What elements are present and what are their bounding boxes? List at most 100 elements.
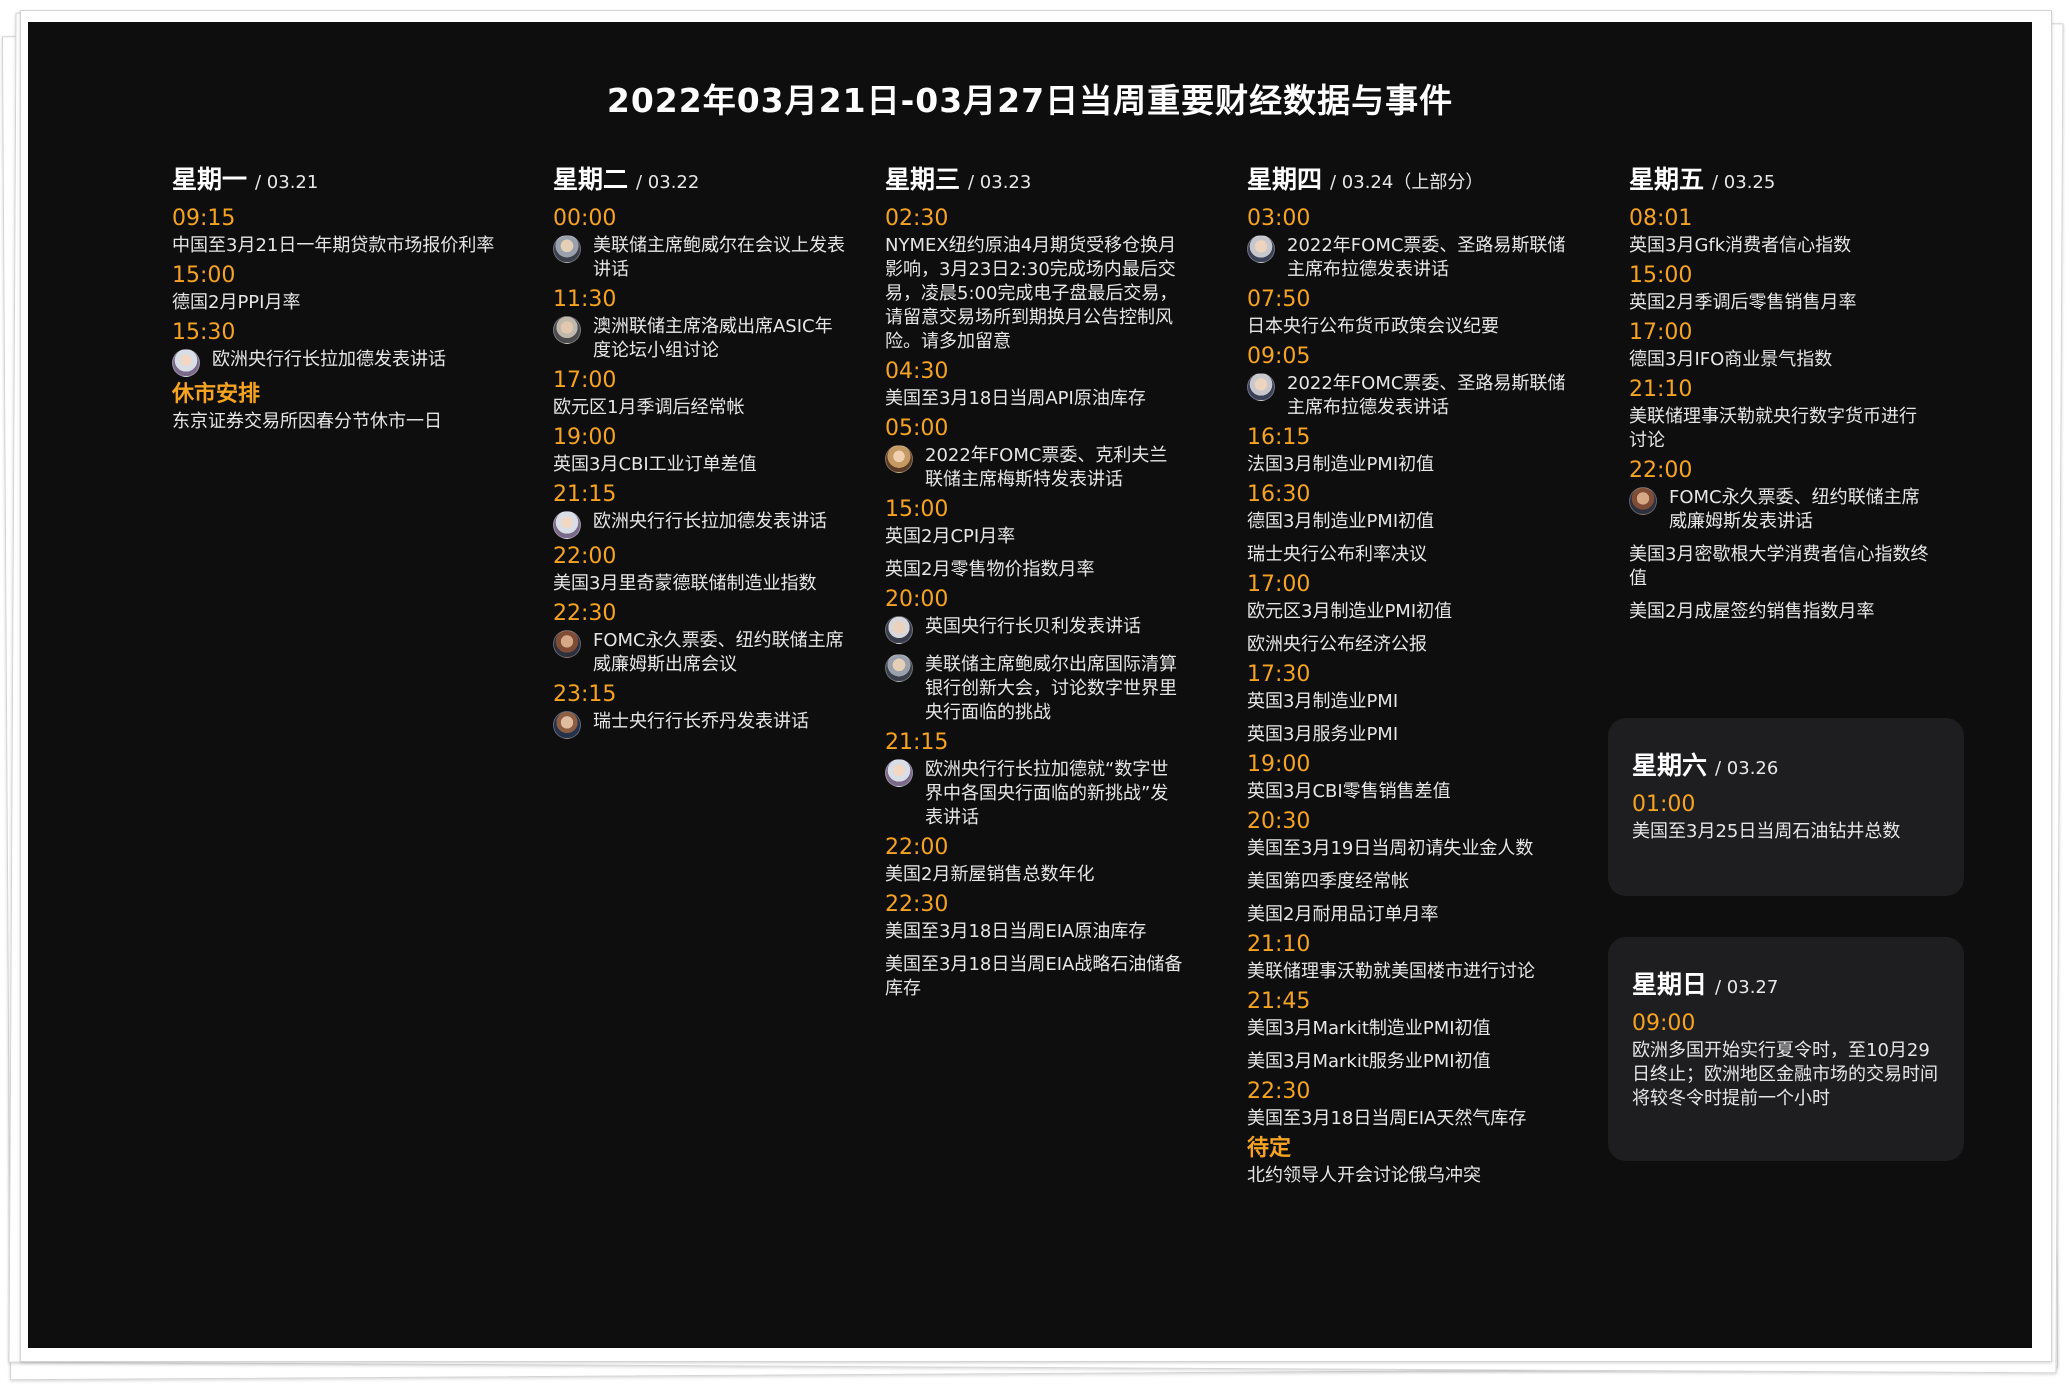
event-time: 00:00: [553, 206, 617, 231]
day-header: 星期一 / 03.21: [172, 160, 510, 196]
calendar-board: 2022年03月21日-03月27日当周重要财经数据与事件 星期一 / 03.2…: [28, 22, 2032, 1348]
day-header: 星期三 / 03.23: [885, 160, 1185, 196]
event-time: 11:30: [553, 287, 617, 312]
event-time: 02:30: [885, 206, 949, 231]
event-text: 英国3月Gfk消费者信心指数: [1629, 235, 1852, 256]
event-text: 美国2月耐用品订单月率: [1247, 904, 1439, 925]
event-time: 09:05: [1247, 344, 1311, 369]
event-time: 15:00: [1629, 263, 1693, 288]
event-text: 美国至3月18日当周API原油库存: [885, 388, 1146, 409]
event-text: 瑞士央行行长乔丹发表讲话: [553, 710, 845, 739]
event-text: 美国至3月18日当周EIA原油库存: [885, 921, 1147, 942]
event-text: FOMC永久票委、纽约联储主席威廉姆斯出席会议: [553, 629, 845, 677]
event-time: 03:00: [1247, 206, 1311, 231]
event-text: 美国至3月18日当周EIA战略石油储备库存: [885, 954, 1183, 999]
event-time: 21:10: [1629, 377, 1693, 402]
event-time: 01:00: [1632, 792, 1696, 817]
event-time: 09:00: [1632, 1011, 1696, 1036]
column-monday: 星期一 / 03.21 09:15 中国至3月21日一年期贷款市场报价利率 15…: [172, 160, 510, 434]
event-text: 德国3月制造业PMI初值: [1247, 511, 1435, 532]
event-time: 17:30: [1247, 662, 1311, 687]
event-time: 22:00: [1629, 458, 1693, 483]
day-date: / 03.23: [968, 172, 1032, 193]
event-time: 05:00: [885, 416, 949, 441]
event-text: 2022年FOMC票委、克利夫兰联储主席梅斯特发表讲话: [885, 444, 1185, 492]
event-text: 英国2月零售物价指数月率: [885, 559, 1095, 580]
day-header: 星期六 / 03.26: [1632, 746, 1940, 782]
event-time: 21:45: [1247, 989, 1311, 1014]
williams-avatar-icon: [553, 630, 581, 658]
column-thursday: 星期四 / 03.24（上部分） 03:00 2022年FOMC票委、圣路易斯联…: [1247, 160, 1577, 1188]
mester-avatar-icon: [885, 445, 913, 473]
event-time: 16:30: [1247, 482, 1311, 507]
column-wednesday: 星期三 / 03.23 02:30 NYMEX纽约原油4月期货受移仓换月影响，3…: [885, 160, 1185, 1001]
event-text: 欧洲多国开始实行夏令时，至10月29日终止；欧洲地区金融市场的交易时间将较冬令时…: [1632, 1040, 1938, 1109]
event-text: 美国2月成屋签约销售指数月率: [1629, 601, 1875, 622]
event-text: 欧元区1月季调后经常帐: [553, 397, 745, 418]
event-text: 美国至3月25日当周石油钻井总数: [1632, 821, 1901, 842]
event-text: 欧洲央行公布经济公报: [1247, 634, 1427, 655]
event-time: 19:00: [1247, 752, 1311, 777]
day-date: / 03.24（上部分）: [1330, 172, 1484, 193]
event-time: 22:30: [553, 601, 617, 626]
event-text: 澳洲联储主席洛威出席ASIC年度论坛小组讨论: [553, 315, 845, 363]
event-text: 美国2月新屋销售总数年化: [885, 864, 1095, 885]
event-text: 美国3月Markit制造业PMI初值: [1247, 1018, 1491, 1039]
event-text: 美联储主席鲍威尔出席国际清算银行创新大会，讨论数字世界里央行面临的挑战: [885, 653, 1185, 725]
event-time: 22:00: [553, 544, 617, 569]
day-header: 星期二 / 03.22: [553, 160, 845, 196]
event-time: 07:50: [1247, 287, 1311, 312]
event-text: 北约领导人开会讨论俄乌冲突: [1247, 1165, 1481, 1186]
event-time: 20:30: [1247, 809, 1311, 834]
jordan-avatar-icon: [553, 711, 581, 739]
bailey-avatar-icon: [885, 616, 913, 644]
day-name: 星期四: [1247, 165, 1323, 194]
day-date: / 03.22: [636, 172, 700, 193]
event-time: 待定: [1247, 1136, 1292, 1161]
event-text: 美国3月里奇蒙德联储制造业指数: [553, 573, 817, 594]
event-time: 15:00: [172, 263, 236, 288]
page-title: 2022年03月21日-03月27日当周重要财经数据与事件: [606, 81, 1454, 120]
event-text: 美国3月Markit服务业PMI初值: [1247, 1051, 1491, 1072]
day-name: 星期日: [1632, 970, 1708, 999]
event-text: 2022年FOMC票委、圣路易斯联储主席布拉德发表讲话: [1247, 372, 1577, 420]
event-text: 欧元区3月制造业PMI初值: [1247, 601, 1453, 622]
event-time: 21:15: [885, 730, 949, 755]
event-text: 德国3月IFO商业景气指数: [1629, 349, 1833, 370]
event-time: 08:01: [1629, 206, 1693, 231]
event-text: 美国3月密歇根大学消费者信心指数终值: [1629, 544, 1929, 589]
event-time: 16:15: [1247, 425, 1311, 450]
event-text: 英国3月制造业PMI: [1247, 691, 1399, 712]
event-time: 22:30: [885, 892, 949, 917]
event-time: 09:15: [172, 206, 236, 231]
event-text: 英国3月CBI零售销售差值: [1247, 781, 1451, 802]
event-text: 欧洲央行行长拉加德发表讲话: [172, 348, 510, 377]
event-text: 欧洲央行行长拉加德就“数字世界中各国央行面临的新挑战”发表讲话: [885, 758, 1185, 830]
event-text: 日本央行公布货币政策会议纪要: [1247, 316, 1499, 337]
column-friday: 星期五 / 03.25 08:01 英国3月Gfk消费者信心指数 15:00 英…: [1629, 160, 1929, 624]
event-text: 美国至3月19日当周初请失业金人数: [1247, 838, 1534, 859]
lagarde-avatar-icon: [172, 349, 200, 377]
day-name: 星期二: [553, 165, 629, 194]
event-time: 04:30: [885, 359, 949, 384]
sunday-card: 星期日 / 03.27 09:00 欧洲多国开始实行夏令时，至10月29日终止；…: [1608, 937, 1964, 1161]
event-text: FOMC永久票委、纽约联储主席威廉姆斯发表讲话: [1629, 486, 1929, 534]
event-text: 英国3月服务业PMI: [1247, 724, 1399, 745]
event-time: 15:00: [885, 497, 949, 522]
lowe-avatar-icon: [553, 316, 581, 344]
day-date: / 03.21: [255, 172, 319, 193]
powell-avatar-icon: [553, 235, 581, 263]
event-text: 美国第四季度经常帐: [1247, 871, 1409, 892]
day-name: 星期五: [1629, 165, 1705, 194]
event-text: 美联储主席鲍威尔在会议上发表讲话: [553, 234, 845, 282]
day-name: 星期六: [1632, 751, 1708, 780]
bullard-avatar-icon: [1247, 235, 1275, 263]
event-time: 17:00: [553, 368, 617, 393]
event-text: 法国3月制造业PMI初值: [1247, 454, 1435, 475]
lagarde-avatar-icon: [553, 511, 581, 539]
event-text: 德国2月PPI月率: [172, 292, 301, 313]
day-name: 星期三: [885, 165, 961, 194]
event-time: 23:15: [553, 682, 617, 707]
bullard-avatar-icon: [1247, 373, 1275, 401]
day-date: / 03.25: [1712, 172, 1776, 193]
